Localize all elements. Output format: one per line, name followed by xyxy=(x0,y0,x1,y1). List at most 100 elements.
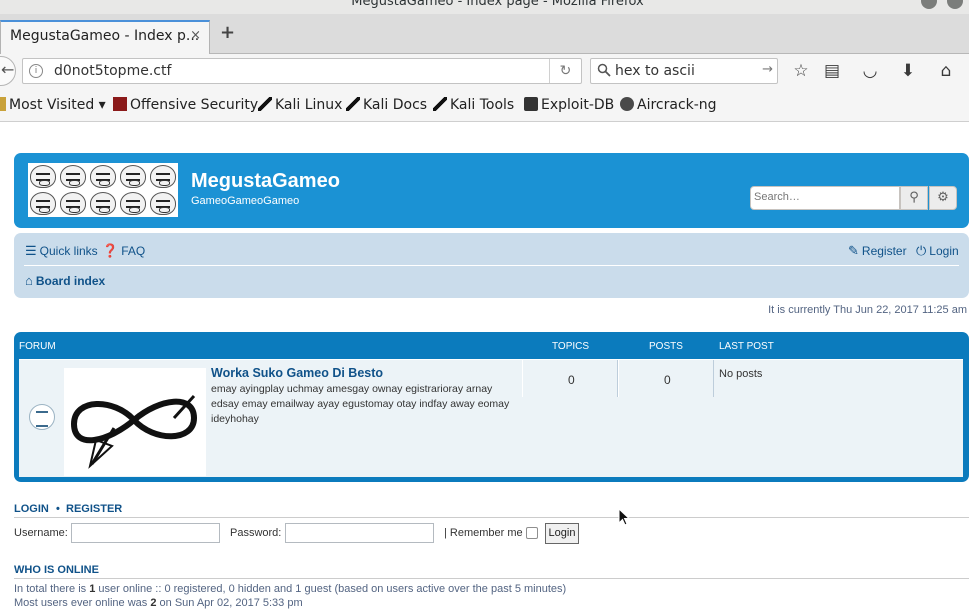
forum-image[interactable] xyxy=(64,368,206,476)
megusta-face-icon xyxy=(60,165,86,188)
posts-count: 0 xyxy=(664,373,671,387)
forum-row: Worka Suko Gameo Di Besto emay ayingplay… xyxy=(19,359,963,477)
new-tab-button[interactable]: + xyxy=(220,22,235,43)
bookmark-offensive-security[interactable]: Offensive Security xyxy=(113,97,258,113)
topics-count: 0 xyxy=(568,373,575,387)
password-input[interactable] xyxy=(285,523,434,543)
faq-label: FAQ xyxy=(121,244,146,258)
megusta-face-icon xyxy=(30,165,56,188)
site-info-icon[interactable]: i xyxy=(29,64,43,78)
page-content: MegustaGameo GameoGameoGameo Search… ⚲ ⚙… xyxy=(0,123,969,611)
exploitdb-icon xyxy=(524,97,538,111)
forum-search-input[interactable]: Search… xyxy=(750,186,900,210)
forum-list: FORUM TOPICS POSTS LAST POST Worka Suko … xyxy=(14,332,969,482)
register-link[interactable]: ✎ Register xyxy=(848,243,907,259)
menu-icon: ☰ xyxy=(25,243,37,258)
search-icon[interactable]: ⚲ xyxy=(900,186,928,210)
kali-icon xyxy=(433,97,447,111)
site-logo[interactable] xyxy=(28,163,178,217)
search-placeholder: Search… xyxy=(754,191,800,203)
online-record-text: Most users ever online was 2 on Sun Apr … xyxy=(14,597,303,609)
megusta-face-icon xyxy=(60,192,86,215)
quick-links-label: Quick links xyxy=(39,244,98,258)
header-last-post: LAST POST xyxy=(719,341,774,352)
online-divider xyxy=(14,578,969,579)
online-text-part: In total there is xyxy=(14,583,90,595)
megusta-face-icon xyxy=(150,165,176,188)
username-label: Username: xyxy=(14,527,68,539)
register-label: Register xyxy=(861,244,907,258)
bookmarks-toolbar: Most Visited ▾ Offensive Security Kali L… xyxy=(0,88,969,122)
megusta-face-icon xyxy=(90,165,116,188)
posts-cell: 0 xyxy=(618,360,714,397)
power-icon: ⏻ xyxy=(916,243,927,258)
forum-read-icon xyxy=(29,404,55,430)
mouse-cursor-icon xyxy=(618,508,630,526)
search-bar[interactable]: hex to ascii → xyxy=(590,58,778,84)
bookmark-star-icon[interactable]: ☆ xyxy=(790,60,812,82)
tab-title: MegustaGameo - Index p... xyxy=(10,28,200,44)
tab-bar: MegustaGameo - Index p... × + xyxy=(0,14,969,55)
reading-list-icon[interactable]: ▤ xyxy=(821,60,843,82)
board-index-label: Board index xyxy=(35,274,106,288)
bookmark-kali-docs[interactable]: Kali Docs xyxy=(346,97,427,113)
search-input[interactable]: hex to ascii xyxy=(615,63,695,79)
quick-links-link[interactable]: ☰ Quick links xyxy=(25,243,98,259)
remember-me-checkbox[interactable] xyxy=(526,527,538,539)
online-text-part: user online :: 0 registered, 0 hidden an… xyxy=(95,583,567,595)
nav-panel: ☰ Quick links ❓ FAQ ✎ Register ⏻ Login ⌂ Boar… xyxy=(14,233,969,298)
bookmark-label: Aircrack-ng xyxy=(637,97,717,113)
offsec-icon xyxy=(113,97,127,111)
remember-me-label: | Remember me xyxy=(444,527,523,539)
header-forum: FORUM xyxy=(19,341,56,352)
search-go-icon[interactable]: → xyxy=(762,62,773,77)
topics-cell: 0 xyxy=(522,360,618,397)
header-topics: TOPICS xyxy=(552,341,590,352)
forum-title-link[interactable]: Worka Suko Gameo Di Besto xyxy=(211,366,383,380)
login-heading-link[interactable]: LOGIN xyxy=(14,503,49,515)
downloads-icon[interactable]: ⬇ xyxy=(897,60,919,82)
last-post-text: No posts xyxy=(719,368,763,380)
home-icon: ⌂ xyxy=(25,273,33,288)
online-text-part: Most users ever online was xyxy=(14,597,151,609)
register-heading-link[interactable]: REGISTER xyxy=(66,503,122,515)
bookmark-kali-linux[interactable]: Kali Linux xyxy=(258,97,342,113)
tab-megustagameo[interactable]: MegustaGameo - Index p... × xyxy=(0,20,210,55)
current-time: It is currently Thu Jun 22, 2017 11:25 a… xyxy=(768,304,967,316)
bookmark-aircrack-ng[interactable]: Aircrack-ng xyxy=(620,97,717,113)
header-posts: POSTS xyxy=(649,341,683,352)
username-input[interactable] xyxy=(71,523,220,543)
login-label: Login xyxy=(929,244,959,258)
url-text[interactable]: d0not5topme.ctf xyxy=(54,63,171,79)
megusta-face-icon xyxy=(120,192,146,215)
back-button[interactable]: ← xyxy=(0,56,16,86)
bookmark-label: Most Visited ▾ xyxy=(9,97,106,113)
advanced-search-icon[interactable]: ⚙ xyxy=(929,186,957,210)
login-link[interactable]: ⏻ Login xyxy=(916,243,959,259)
pocket-icon[interactable]: ◡ xyxy=(859,60,881,82)
megusta-face-icon xyxy=(150,192,176,215)
login-button[interactable]: Login xyxy=(545,523,579,544)
login-divider xyxy=(14,517,969,518)
bookmark-exploit-db[interactable]: Exploit-DB xyxy=(524,97,614,113)
tab-close-icon[interactable]: × xyxy=(190,28,201,43)
password-label: Password: xyxy=(230,527,282,539)
faq-link[interactable]: ❓ FAQ xyxy=(102,243,145,259)
online-text-part: on Sun Apr 02, 2017 5:33 pm xyxy=(156,597,303,609)
board-index-link[interactable]: ⌂ Board index xyxy=(25,273,105,288)
aircrack-icon xyxy=(620,97,634,111)
who-is-online-heading[interactable]: WHO IS ONLINE xyxy=(14,564,99,576)
infinity-image xyxy=(70,394,198,469)
site-header: MegustaGameo GameoGameoGameo Search… ⚲ ⚙ xyxy=(14,153,969,228)
navigation-toolbar: ← i d0not5topme.ctf ↻ hex to ascii → ☆ ▤… xyxy=(0,54,969,88)
reload-icon[interactable]: ↻ xyxy=(549,59,581,83)
bookmark-kali-tools[interactable]: Kali Tools xyxy=(433,97,514,113)
megusta-face-icon xyxy=(120,165,146,188)
home-icon[interactable]: ⌂ xyxy=(935,60,957,82)
forum-description: emay ayingplay uchmay amesgay ownay egis… xyxy=(211,383,510,425)
bookmark-most-visited[interactable]: Most Visited ▾ xyxy=(0,97,106,113)
separator-dot: • xyxy=(56,503,60,515)
megusta-face-icon xyxy=(90,192,116,215)
url-bar[interactable]: i d0not5topme.ctf ↻ xyxy=(22,58,582,84)
site-description: GameoGameoGameo xyxy=(191,195,300,207)
